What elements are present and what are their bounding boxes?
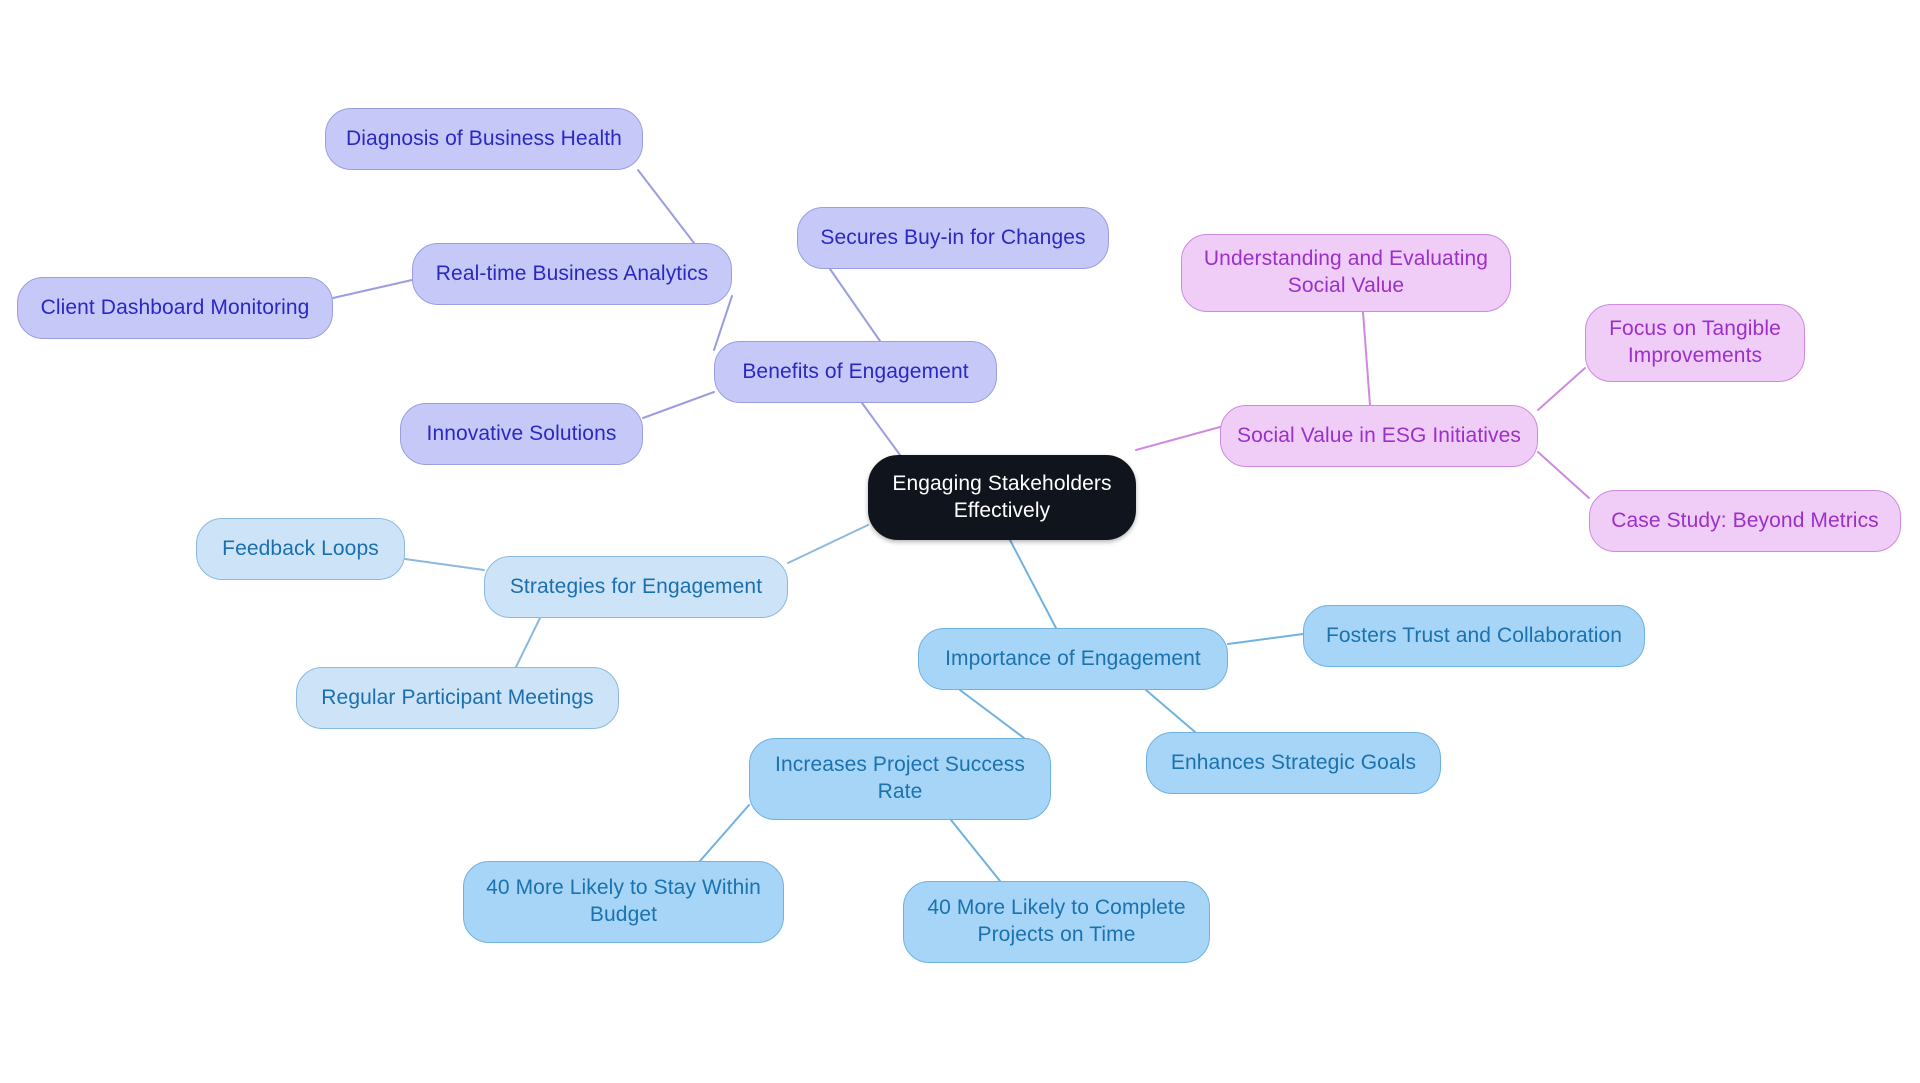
mindmap-canvas: Engaging Stakeholders Effectively Benefit… (0, 0, 1920, 1083)
edge-root-to-social-value-esg (1135, 426, 1221, 451)
mindmap-node-fosters-trust[interactable]: Fosters Trust and Collaboration (1303, 605, 1645, 667)
mindmap-node-social-value-esg[interactable]: Social Value in ESG Initiatives (1220, 405, 1538, 467)
edge-social-value-esg-to-focus-tangible (1537, 367, 1586, 411)
mindmap-node-benefits[interactable]: Benefits of Engagement (714, 341, 997, 403)
mindmap-node-enhances-goals[interactable]: Enhances Strategic Goals (1146, 732, 1441, 794)
edge-root-to-strategies (787, 524, 869, 564)
mindmap-node-case-study[interactable]: Case Study: Beyond Metrics (1589, 490, 1901, 552)
edge-importance-to-fosters-trust (1227, 633, 1304, 645)
edge-root-to-benefits (861, 402, 901, 456)
mindmap-node-strategies[interactable]: Strategies for Engagement (484, 556, 788, 618)
edge-realtime-analytics-to-diagnosis-health (637, 169, 695, 244)
mindmap-node-secures-buyin[interactable]: Secures Buy-in for Changes (797, 207, 1109, 269)
mindmap-node-increases-success[interactable]: Increases Project Success Rate (749, 738, 1051, 820)
mindmap-node-innovative-solutions[interactable]: Innovative Solutions (400, 403, 643, 465)
edge-social-value-esg-to-understanding-social-value (1362, 311, 1371, 406)
mindmap-node-importance[interactable]: Importance of Engagement (918, 628, 1228, 690)
edge-benefits-to-innovative-solutions (642, 391, 715, 419)
edge-strategies-to-feedback-loops (404, 558, 485, 571)
edge-strategies-to-regular-meetings (515, 617, 541, 668)
edge-root-to-importance (1009, 539, 1057, 629)
mindmap-node-root[interactable]: Engaging Stakeholders Effectively (868, 455, 1136, 540)
mindmap-node-diagnosis-health[interactable]: Diagnosis of Business Health (325, 108, 643, 170)
mindmap-node-understanding-social-value[interactable]: Understanding and Evaluating Social Valu… (1181, 234, 1511, 312)
edge-increases-success-to-ontime-40 (950, 819, 1001, 882)
edge-benefits-to-secures-buyin (829, 268, 881, 342)
edge-importance-to-increases-success (959, 689, 1025, 739)
edge-importance-to-enhances-goals (1145, 689, 1196, 733)
mindmap-node-regular-meetings[interactable]: Regular Participant Meetings (296, 667, 619, 729)
mindmap-node-budget-40[interactable]: 40 More Likely to Stay Within Budget (463, 861, 784, 943)
mindmap-node-focus-tangible[interactable]: Focus on Tangible Improvements (1585, 304, 1805, 382)
edge-increases-success-to-budget-40 (699, 804, 750, 862)
mindmap-node-client-dashboard[interactable]: Client Dashboard Monitoring (17, 277, 333, 339)
mindmap-node-ontime-40[interactable]: 40 More Likely to Complete Projects on T… (903, 881, 1210, 963)
mindmap-node-realtime-analytics[interactable]: Real-time Business Analytics (412, 243, 732, 305)
edge-realtime-analytics-to-client-dashboard (332, 279, 413, 299)
edge-social-value-esg-to-case-study (1537, 451, 1590, 499)
mindmap-node-feedback-loops[interactable]: Feedback Loops (196, 518, 405, 580)
